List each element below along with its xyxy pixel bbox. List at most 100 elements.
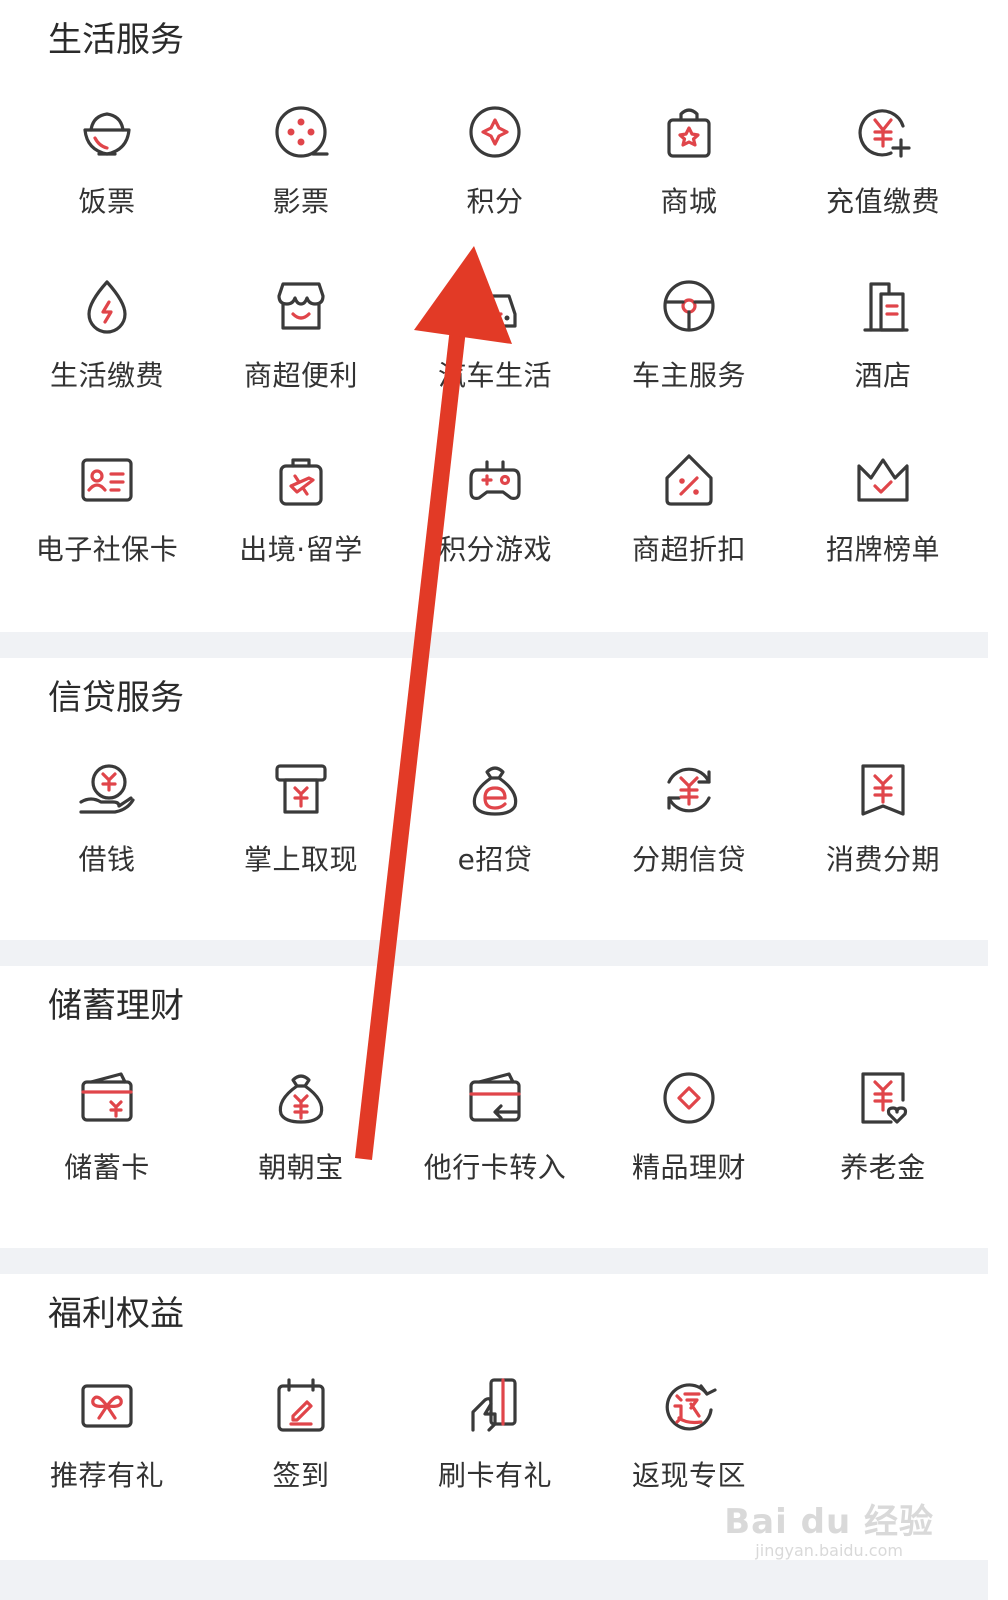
discount-tag-icon xyxy=(657,448,721,512)
section-savings-wealth: 储蓄理财 储蓄卡 朝朝宝 他行卡转入 精品理财 养老金 xyxy=(0,966,988,1248)
service-label: 出境·留学 xyxy=(239,533,363,566)
service-label: e招贷 xyxy=(457,843,533,876)
service-shopping-bag-button[interactable]: 商城 xyxy=(592,100,786,240)
service-gift-card-button[interactable]: 推荐有礼 xyxy=(10,1374,204,1514)
service-label: 生活缴费 xyxy=(49,359,164,392)
id-card-icon xyxy=(75,448,139,512)
service-utility-drop-button[interactable]: 生活缴费 xyxy=(10,274,204,414)
service-hotel-building-button[interactable]: 酒店 xyxy=(786,274,980,414)
section-title: 储蓄理财 xyxy=(48,986,184,1026)
section-title: 信贷服务 xyxy=(48,678,184,718)
service-label: 养老金 xyxy=(840,1151,926,1184)
service-gamepad-button[interactable]: 积分游戏 xyxy=(398,448,592,588)
service-points-star-button[interactable]: 积分 xyxy=(398,100,592,240)
service-label: 酒店 xyxy=(854,359,912,392)
rice-bowl-icon xyxy=(75,100,139,164)
service-calendar-sign-button[interactable]: 签到 xyxy=(204,1374,398,1514)
service-label: 消费分期 xyxy=(825,843,940,876)
utility-drop-icon xyxy=(75,274,139,338)
service-label: 返现专区 xyxy=(631,1459,746,1492)
service-label: 分期信贷 xyxy=(631,843,746,876)
service-recharge-yuan-button[interactable]: 充值缴费 xyxy=(786,100,980,240)
gift-card-icon xyxy=(75,1374,139,1438)
section-title: 福利权益 xyxy=(48,1294,184,1334)
service-hand-coin-button[interactable]: 借钱 xyxy=(10,758,204,898)
service-label: 影票 xyxy=(272,185,330,218)
yuan-bookmark-icon xyxy=(851,758,915,822)
service-label: 商超便利 xyxy=(243,359,358,392)
crown-icon xyxy=(851,448,915,512)
atm-cash-icon xyxy=(269,758,333,822)
service-yuan-cycle-button[interactable]: 分期信贷 xyxy=(592,758,786,898)
section-divider xyxy=(0,632,988,658)
gamepad-icon xyxy=(463,448,527,512)
points-star-icon xyxy=(463,100,527,164)
service-pension-doc-button[interactable]: 养老金 xyxy=(786,1066,980,1206)
service-label: 推荐有礼 xyxy=(49,1459,164,1492)
film-reel-icon xyxy=(269,100,333,164)
service-label: 他行卡转入 xyxy=(423,1151,567,1184)
service-crown-button[interactable]: 招牌榜单 xyxy=(786,448,980,588)
service-label: 积分 xyxy=(466,185,524,218)
debit-card-icon xyxy=(75,1066,139,1130)
service-diamond-circle-button[interactable]: 精品理财 xyxy=(592,1066,786,1206)
shopping-bag-icon xyxy=(657,100,721,164)
service-label: 积分游戏 xyxy=(437,533,552,566)
service-rice-bowl-button[interactable]: 饭票 xyxy=(10,100,204,240)
hand-card-icon xyxy=(463,1374,527,1438)
recharge-yuan-icon xyxy=(851,100,915,164)
service-label: 车主服务 xyxy=(631,359,746,392)
service-label: 借钱 xyxy=(78,843,136,876)
service-label: 电子社保卡 xyxy=(35,533,179,566)
section-life-services: 生活服务 饭票 影票 积分 商城 充值缴费生活缴费 商超便利 汽车生活 车主服务 酒店电子社保卡… xyxy=(0,0,988,632)
money-bag-e-icon xyxy=(463,758,527,822)
service-label: 刷卡有礼 xyxy=(437,1459,552,1492)
service-label: 签到 xyxy=(272,1459,330,1492)
watermark: Bai du 经验 jingyan.baidu.com xyxy=(724,1494,934,1560)
cashback-icon xyxy=(657,1374,721,1438)
service-debit-card-button[interactable]: 储蓄卡 xyxy=(10,1066,204,1206)
service-cashback-button[interactable]: 返现专区 xyxy=(592,1374,786,1514)
service-hand-card-button[interactable]: 刷卡有礼 xyxy=(398,1374,592,1514)
service-discount-tag-button[interactable]: 商超折扣 xyxy=(592,448,786,588)
service-label: 朝朝宝 xyxy=(258,1151,344,1184)
service-money-bag-e-button[interactable]: e招贷 xyxy=(398,758,592,898)
diamond-circle-icon xyxy=(657,1066,721,1130)
service-steering-wheel-button[interactable]: 车主服务 xyxy=(592,274,786,414)
money-bag-yuan-icon xyxy=(269,1066,333,1130)
service-id-card-button[interactable]: 电子社保卡 xyxy=(10,448,204,588)
section-divider xyxy=(0,940,988,966)
service-yuan-bookmark-button[interactable]: 消费分期 xyxy=(786,758,980,898)
service-label: 精品理财 xyxy=(631,1151,746,1184)
service-card-transfer-button[interactable]: 他行卡转入 xyxy=(398,1066,592,1206)
service-film-reel-button[interactable]: 影票 xyxy=(204,100,398,240)
pension-doc-icon xyxy=(851,1066,915,1130)
service-atm-cash-button[interactable]: 掌上取现 xyxy=(204,758,398,898)
service-label: 充值缴费 xyxy=(825,185,940,218)
service-label: 储蓄卡 xyxy=(64,1151,150,1184)
car-life-icon xyxy=(463,274,527,338)
hand-coin-icon xyxy=(75,758,139,822)
service-travel-bag-button[interactable]: 出境·留学 xyxy=(204,448,398,588)
section-divider xyxy=(0,1248,988,1274)
hotel-building-icon xyxy=(851,274,915,338)
card-transfer-icon xyxy=(463,1066,527,1130)
watermark-logo: Bai du 经验 xyxy=(724,1502,934,1542)
service-label: 招牌榜单 xyxy=(825,533,940,566)
section-divider xyxy=(0,1560,988,1600)
section-credit-services: 信贷服务 借钱 掌上取现 e招贷 分期信贷 消费分期 xyxy=(0,658,988,940)
travel-bag-icon xyxy=(269,448,333,512)
service-store-button[interactable]: 商超便利 xyxy=(204,274,398,414)
watermark-url: jingyan.baidu.com xyxy=(755,1541,903,1560)
service-money-bag-yuan-button[interactable]: 朝朝宝 xyxy=(204,1066,398,1206)
right-edge xyxy=(988,0,1008,1600)
section-title: 生活服务 xyxy=(48,20,184,60)
service-label: 饭票 xyxy=(78,185,136,218)
service-label: 汽车生活 xyxy=(437,359,552,392)
service-label: 商城 xyxy=(660,185,718,218)
yuan-cycle-icon xyxy=(657,758,721,822)
service-car-life-button[interactable]: 汽车生活 xyxy=(398,274,592,414)
store-icon xyxy=(269,274,333,338)
calendar-sign-icon xyxy=(269,1374,333,1438)
service-label: 商超折扣 xyxy=(631,533,746,566)
